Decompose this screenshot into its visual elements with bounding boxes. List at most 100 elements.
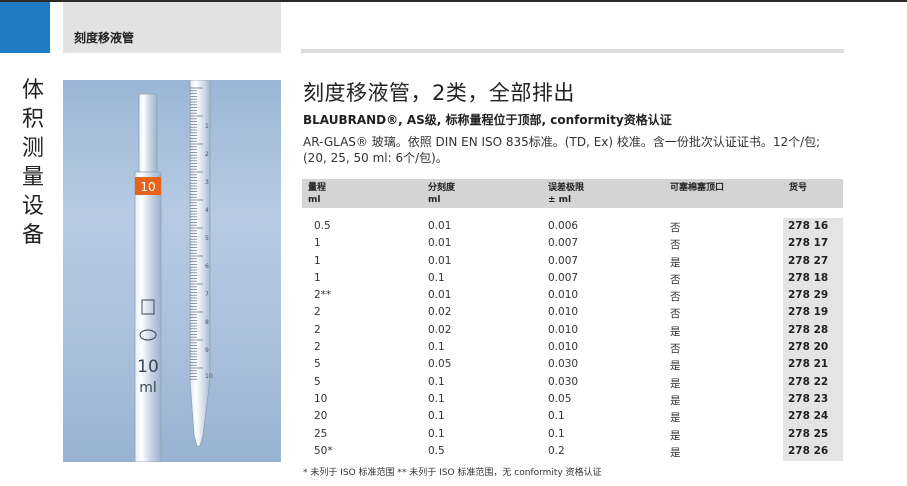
cell-cotton-plug: 否 <box>670 291 681 304</box>
cell-cotton-plug: 是 <box>670 360 681 373</box>
table-row: 0.5 0.01 0.006 否 278 16 <box>302 218 843 235</box>
header-line: 可塞棉塞顶口 <box>670 183 725 193</box>
cell-cotton-plug: 是 <box>670 412 681 425</box>
cell-graduation: 0.5 <box>428 444 445 457</box>
cell-graduation: 0.05 <box>428 358 452 371</box>
header-graduation: 分刻度 ml <box>428 182 455 206</box>
header-line: 误差极限 <box>548 183 585 193</box>
cell-cat-no: 278 16 <box>788 220 829 232</box>
cell-volume: 1 <box>314 271 321 284</box>
scale-number: 10 <box>205 373 213 380</box>
table-row: 2 0.02 0.010 否 278 19 <box>302 304 843 321</box>
cell-tolerance: 0.010 <box>548 306 579 319</box>
cell-cotton-plug: 否 <box>670 308 681 321</box>
cell-tolerance: 0.030 <box>548 375 579 388</box>
title-rule <box>301 49 844 53</box>
cell-cat-no: 278 17 <box>788 237 829 250</box>
cell-cat-no: 278 22 <box>788 375 829 388</box>
cell-cotton-plug: 是 <box>670 377 681 390</box>
table-row: 1 0.1 0.007 否 278 18 <box>302 270 843 287</box>
scale-number: 5 <box>205 235 209 242</box>
cell-graduation: 0.1 <box>428 341 445 354</box>
cell-tolerance: 0.1 <box>548 410 565 423</box>
header-tolerance: 误差极限 ± ml <box>548 182 584 206</box>
vertical-char: 设 <box>21 194 44 219</box>
section-header: 刻度移液管 <box>63 2 281 53</box>
cell-volume: 2** <box>314 289 332 302</box>
table-row: 2** 0.01 0.010 否 278 29 <box>302 287 843 304</box>
pipette-illustration: 10 10 ml 1 2 3 4 5 6 7 8 9 10 <box>134 80 213 462</box>
vertical-char: 测 <box>21 136 44 161</box>
cell-graduation: 0.1 <box>428 392 445 405</box>
table-row: 1 0.01 0.007 是 278 27 <box>302 253 843 270</box>
cell-tolerance: 0.010 <box>548 289 579 302</box>
cell-cat-no: 278 21 <box>788 358 829 371</box>
header-cotton-plug: 可塞棉塞顶口 <box>670 182 724 194</box>
header-cat-no: 货号 <box>789 182 807 194</box>
cell-cotton-plug: 否 <box>670 273 681 286</box>
cell-graduation: 0.02 <box>428 323 452 336</box>
scale-number: 9 <box>205 347 209 354</box>
pipette-left-top <box>138 93 158 173</box>
cell-cat-no: 278 27 <box>788 254 829 267</box>
header-line: 量程 <box>308 183 327 193</box>
cell-volume: 20 <box>314 410 328 423</box>
cell-cotton-plug: 否 <box>670 222 681 234</box>
scale-number: 2 <box>205 151 209 158</box>
table-row: 5 0.05 0.030 是 278 21 <box>302 356 843 373</box>
cell-volume: 50* <box>314 444 333 457</box>
cell-cotton-plug: 是 <box>670 325 681 338</box>
cell-volume: 0.5 <box>314 220 331 232</box>
cell-cat-no: 278 19 <box>788 306 829 319</box>
cell-graduation: 0.01 <box>428 254 452 267</box>
table-row: 20 0.1 0.1 是 278 24 <box>302 408 843 425</box>
scale-number: 7 <box>205 291 209 298</box>
cell-volume: 2 <box>314 306 321 319</box>
cell-tolerance: 0.030 <box>548 358 579 371</box>
table-header: 量程 ml 分刻度 ml 误差极限 ± ml 可塞棉塞顶口 货号 <box>302 179 843 208</box>
table-body: 0.5 0.01 0.006 否 278 16 1 0.01 0.007 否 278 17 1 0.0… <box>302 218 843 460</box>
cell-volume: 25 <box>314 427 328 440</box>
scale-number: 1 <box>205 123 209 130</box>
cell-graduation: 0.01 <box>428 220 452 232</box>
vertical-char: 积 <box>21 107 44 132</box>
header-line: ml <box>428 195 441 205</box>
vertical-char: 备 <box>21 223 44 248</box>
cell-volume: 10 <box>314 392 328 405</box>
vertical-category-title: 体 积 测 量 设 备 <box>16 76 50 250</box>
product-title: 刻度移液管，2类，全部排出 <box>303 81 575 105</box>
cell-cotton-plug: 是 <box>670 446 681 459</box>
cell-volume: 5 <box>314 358 321 371</box>
cell-graduation: 0.1 <box>428 271 445 284</box>
table-row: 50* 0.5 0.2 是 278 26 <box>302 443 843 460</box>
cell-tolerance: 0.007 <box>548 237 579 250</box>
header-line: 货号 <box>789 183 808 193</box>
cell-volume: 2 <box>314 341 321 354</box>
cell-cat-no: 278 23 <box>788 392 829 405</box>
cell-graduation: 0.1 <box>428 375 445 388</box>
cell-cotton-plug: 否 <box>670 239 681 252</box>
section-label: 刻度移液管 <box>74 31 135 45</box>
pipette-volume-label: 10 <box>137 357 159 377</box>
scale-number: 6 <box>205 263 209 270</box>
cell-graduation: 0.1 <box>428 410 445 423</box>
header-volume: 量程 ml <box>308 182 326 206</box>
cell-cat-no: 278 28 <box>788 323 829 336</box>
cell-cotton-plug: 否 <box>670 343 681 356</box>
cell-volume: 5 <box>314 375 321 388</box>
cell-cat-no: 278 29 <box>788 289 829 302</box>
cell-tolerance: 0.1 <box>548 427 565 440</box>
cell-cotton-plug: 是 <box>670 429 681 442</box>
cell-tolerance: 0.2 <box>548 444 565 457</box>
table-row: 1 0.01 0.007 否 278 17 <box>302 235 843 252</box>
cell-cat-no: 278 26 <box>788 444 829 457</box>
product-subtitle: BLAUBRAND®, AS级, 标称量程位于顶部, conformity资格认… <box>303 113 672 127</box>
pipette-band-label: 10 <box>140 180 155 194</box>
table-row: 2 0.02 0.010 是 278 28 <box>302 322 843 339</box>
cell-cotton-plug: 是 <box>670 256 681 269</box>
cell-tolerance: 0.05 <box>548 392 572 405</box>
table-row: 2 0.1 0.010 否 278 20 <box>302 339 843 356</box>
cell-cat-no: 278 18 <box>788 271 829 284</box>
cell-tolerance: 0.010 <box>548 341 579 354</box>
scale-number: 3 <box>205 179 209 186</box>
